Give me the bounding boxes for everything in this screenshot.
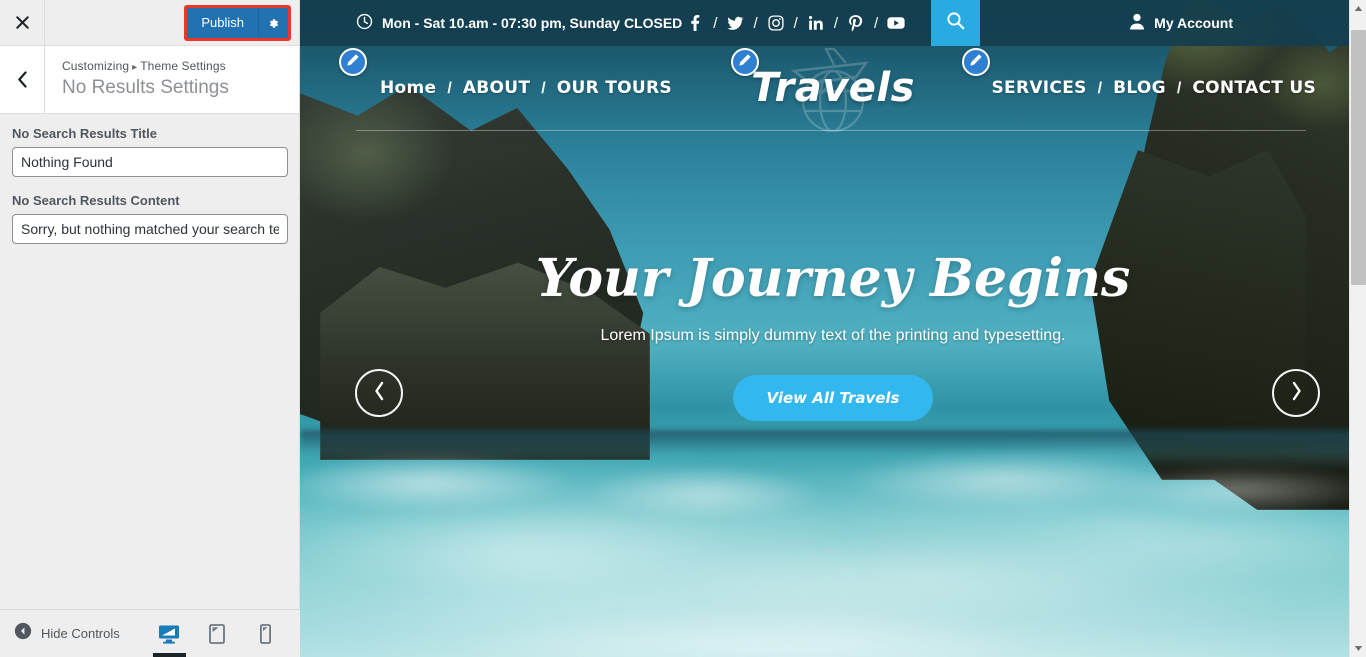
site-topbar: Mon - Sat 10.am - 07:30 pm, Sunday CLOSE…	[300, 0, 1366, 46]
scroll-down-icon[interactable]	[1350, 640, 1366, 657]
social-links: / / / / /	[682, 10, 909, 36]
nav-link-home[interactable]: Home	[380, 78, 436, 98]
instagram-icon[interactable]	[763, 10, 789, 36]
device-tablet-button[interactable]	[204, 619, 230, 649]
customizer-app: Publish Customizing ▸ Theme Settings No …	[0, 0, 1366, 657]
site-preview: Mon - Sat 10.am - 07:30 pm, Sunday CLOSE…	[300, 0, 1366, 657]
customizer-sidebar: Publish Customizing ▸ Theme Settings No …	[0, 0, 300, 657]
edit-shortcut-right-menu[interactable]	[962, 48, 990, 76]
no-search-results-content-input[interactable]	[12, 214, 288, 244]
pencil-edit-icon	[969, 53, 983, 72]
nav-link-our-tours[interactable]: OUR TOURS	[557, 78, 672, 98]
search-button[interactable]	[931, 0, 981, 46]
close-icon[interactable]	[0, 0, 45, 45]
mobile-icon	[259, 623, 271, 644]
no-search-results-title-label: No Search Results Title	[12, 126, 157, 141]
publish-highlight: Publish	[184, 4, 291, 41]
facebook-icon[interactable]	[682, 10, 708, 36]
hero-slide-content: Your Journey Begins Lorem Ipsum is simpl…	[300, 248, 1366, 422]
nav-link-blog[interactable]: BLOG	[1113, 78, 1166, 98]
hide-controls-label: Hide Controls	[41, 626, 120, 641]
hero-title: Your Journey Begins	[535, 248, 1131, 309]
no-search-results-content-label: No Search Results Content	[12, 193, 180, 208]
scroll-up-icon[interactable]	[1350, 0, 1366, 17]
user-icon	[1129, 13, 1145, 33]
field-no-search-results-title: No Search Results Title	[12, 126, 288, 177]
device-mobile-button[interactable]	[252, 619, 278, 649]
chevron-left-icon	[373, 381, 386, 406]
airplane-globe-icon	[748, 43, 918, 133]
business-hours: Mon - Sat 10.am - 07:30 pm, Sunday CLOSE…	[356, 13, 682, 33]
pinterest-icon[interactable]	[843, 10, 869, 36]
desktop-icon	[159, 625, 179, 644]
social-separator: /	[753, 14, 758, 32]
no-search-results-title-input[interactable]	[12, 147, 288, 177]
linkedin-icon[interactable]	[803, 10, 829, 36]
carousel-prev-button[interactable]	[355, 369, 403, 417]
device-preview-switcher	[153, 619, 300, 657]
pencil-edit-icon	[738, 53, 752, 72]
nav-divider	[356, 130, 1306, 131]
customizer-footer: Hide Controls	[0, 609, 300, 657]
nav-separator: /	[541, 80, 546, 97]
publish-button[interactable]: Publish	[187, 7, 258, 38]
search-icon	[946, 11, 965, 35]
edit-shortcut-logo[interactable]	[731, 48, 759, 76]
social-separator: /	[833, 14, 838, 32]
nav-links-right: SERVICES / BLOG / CONTACT US	[991, 78, 1316, 98]
pencil-edit-icon	[346, 53, 360, 72]
business-hours-text: Mon - Sat 10.am - 07:30 pm, Sunday CLOSE…	[382, 15, 683, 31]
nav-link-about[interactable]: ABOUT	[463, 78, 530, 98]
breadcrumb: Customizing ▸ Theme Settings	[62, 59, 229, 73]
carousel-next-button[interactable]	[1272, 369, 1320, 417]
social-separator: /	[713, 14, 718, 32]
hero-subtitle: Lorem Ipsum is simply dummy text of the …	[600, 327, 1066, 345]
nav-separator: /	[447, 80, 452, 97]
site-logo-text[interactable]: Travels	[751, 65, 915, 111]
my-account-link[interactable]: My Account	[980, 13, 1366, 33]
header-spacer	[45, 0, 185, 45]
scroll-thumb[interactable]	[1351, 30, 1366, 285]
twitter-icon[interactable]	[722, 10, 748, 36]
back-button[interactable]	[0, 46, 45, 113]
page-title: No Results Settings	[62, 76, 229, 98]
water-surface	[300, 500, 1366, 657]
gear-icon[interactable]	[258, 7, 288, 38]
breadcrumb-section[interactable]: Theme Settings	[140, 59, 225, 73]
social-separator: /	[793, 14, 798, 32]
tablet-icon	[209, 623, 225, 644]
nav-links-left: Home / ABOUT / OUR TOURS	[380, 78, 672, 98]
panel-titles: Customizing ▸ Theme Settings No Results Se…	[45, 59, 229, 101]
social-separator: /	[873, 14, 879, 32]
view-all-travels-button[interactable]: View All Travels	[732, 375, 934, 422]
breadcrumb-separator: ▸	[132, 61, 138, 73]
hide-controls-button[interactable]: Hide Controls	[0, 622, 120, 645]
edit-shortcut-left-menu[interactable]	[339, 48, 367, 76]
chevron-right-icon	[1290, 381, 1303, 406]
site-main-nav: Home / ABOUT / OUR TOURS Travels SERVICE…	[300, 43, 1366, 133]
customizer-header: Publish	[0, 0, 299, 46]
nav-separator: /	[1097, 80, 1103, 97]
collapse-left-icon	[14, 622, 32, 645]
field-no-search-results-content: No Search Results Content	[12, 193, 288, 244]
breadcrumb-root[interactable]: Customizing	[62, 59, 129, 73]
device-desktop-button[interactable]	[153, 619, 186, 657]
youtube-icon[interactable]	[883, 10, 909, 36]
nav-separator: /	[1176, 80, 1182, 97]
customizer-controls: No Search Results Title No Search Result…	[0, 114, 299, 608]
nav-link-contact-us[interactable]: CONTACT US	[1192, 78, 1316, 98]
clock-icon	[356, 13, 373, 33]
nav-link-services[interactable]: SERVICES	[991, 78, 1086, 98]
panel-header: Customizing ▸ Theme Settings No Results Se…	[0, 46, 299, 114]
preview-scrollbar[interactable]	[1349, 0, 1366, 657]
my-account-label: My Account	[1154, 15, 1233, 31]
